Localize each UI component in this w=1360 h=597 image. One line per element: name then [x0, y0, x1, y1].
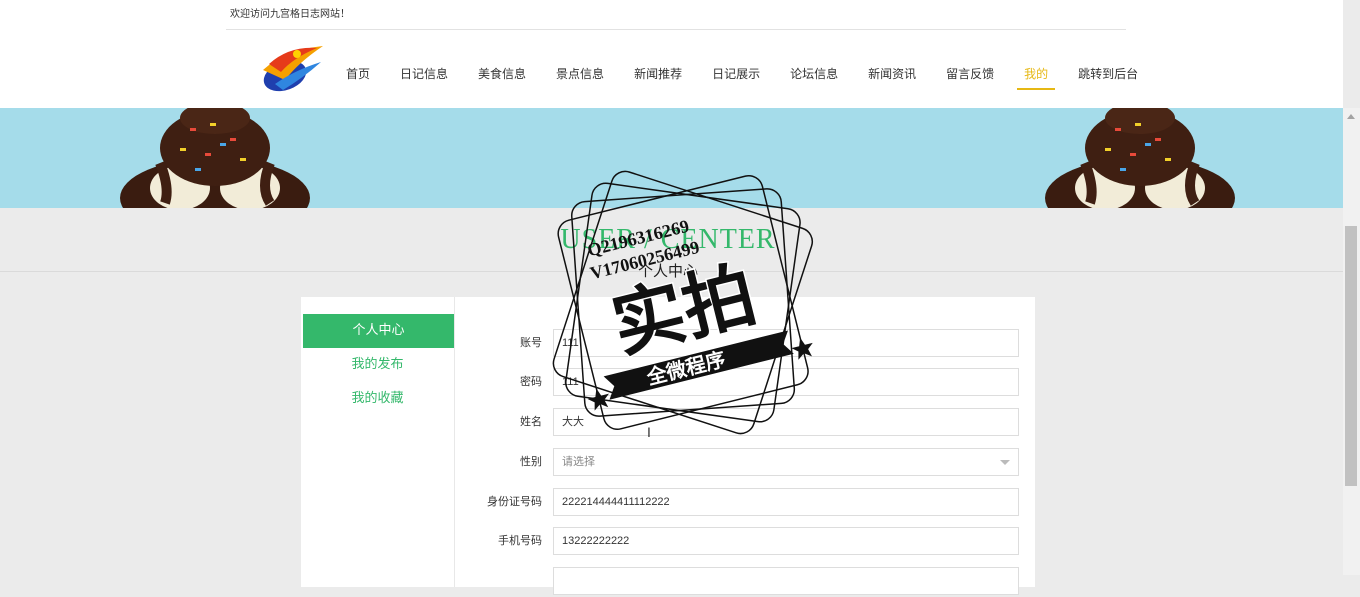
- gender-select[interactable]: 请选择: [553, 448, 1019, 476]
- phone-field[interactable]: 13222222222: [553, 527, 1019, 555]
- gender-label: 性别: [520, 456, 542, 468]
- nav-scenic-info[interactable]: 景点信息: [541, 60, 619, 90]
- nav-news-recommend[interactable]: 新闻推荐: [619, 60, 697, 90]
- form-row-id-number: 身份证号码 222214444411112222: [455, 488, 1035, 518]
- sidebar-item-profile[interactable]: 个人中心: [303, 314, 454, 348]
- dessert-image-right: [1045, 108, 1235, 208]
- header-divider: [226, 29, 1126, 30]
- id-number-label: 身份证号码: [487, 496, 542, 508]
- nav-food-info[interactable]: 美食信息: [463, 60, 541, 90]
- nav-feedback[interactable]: 留言反馈: [931, 60, 1009, 90]
- password-label: 密码: [520, 376, 542, 388]
- site-header: 欢迎访问九宫格日志网站！ 首页 日记信息 美食信息 景点信息 新闻推荐 日记展示…: [0, 0, 1343, 108]
- nav-admin[interactable]: 跳转到后台: [1063, 60, 1153, 90]
- phone-label: 手机号码: [498, 535, 542, 547]
- next-field[interactable]: [553, 567, 1019, 595]
- welcome-text: 欢迎访问九宫格日志网站！: [230, 9, 350, 20]
- user-sidebar: 个人中心 我的发布 我的收藏: [301, 297, 455, 587]
- nav-mine[interactable]: 我的: [1009, 60, 1063, 90]
- scroll-thumb[interactable]: [1345, 226, 1357, 486]
- account-label: 账号: [520, 337, 542, 349]
- nav-diary-show[interactable]: 日记展示: [697, 60, 775, 90]
- nav-news[interactable]: 新闻资讯: [853, 60, 931, 90]
- nav-forum-info[interactable]: 论坛信息: [775, 60, 853, 90]
- form-row-next: [455, 567, 1035, 597]
- chevron-down-icon: [1000, 460, 1010, 465]
- nav-diary-info[interactable]: 日记信息: [385, 60, 463, 90]
- star-icon: [791, 337, 813, 360]
- star-icon: [587, 388, 609, 411]
- watermark-stamp: Q2196316269 V17060256499 实拍 全微程序: [552, 170, 814, 435]
- site-logo[interactable]: [255, 40, 327, 96]
- page-scrollbar[interactable]: [1343, 108, 1360, 575]
- nav-home[interactable]: 首页: [331, 60, 385, 90]
- sidebar-item-my-posts[interactable]: 我的发布: [301, 348, 454, 382]
- text-cursor-icon: Ι: [647, 424, 651, 440]
- gender-select-value: 请选择: [562, 456, 595, 468]
- main-nav: 首页 日记信息 美食信息 景点信息 新闻推荐 日记展示 论坛信息 新闻资讯 留言…: [331, 60, 1153, 90]
- id-number-field[interactable]: 222214444411112222: [553, 488, 1019, 516]
- dessert-image-left: [120, 108, 310, 208]
- sidebar-item-my-favorites[interactable]: 我的收藏: [301, 382, 454, 416]
- form-row-phone: 手机号码 13222222222: [455, 527, 1035, 557]
- name-label: 姓名: [520, 416, 542, 428]
- scroll-up-arrow-icon[interactable]: [1343, 108, 1360, 125]
- form-row-gender: 性别 请选择: [455, 448, 1035, 478]
